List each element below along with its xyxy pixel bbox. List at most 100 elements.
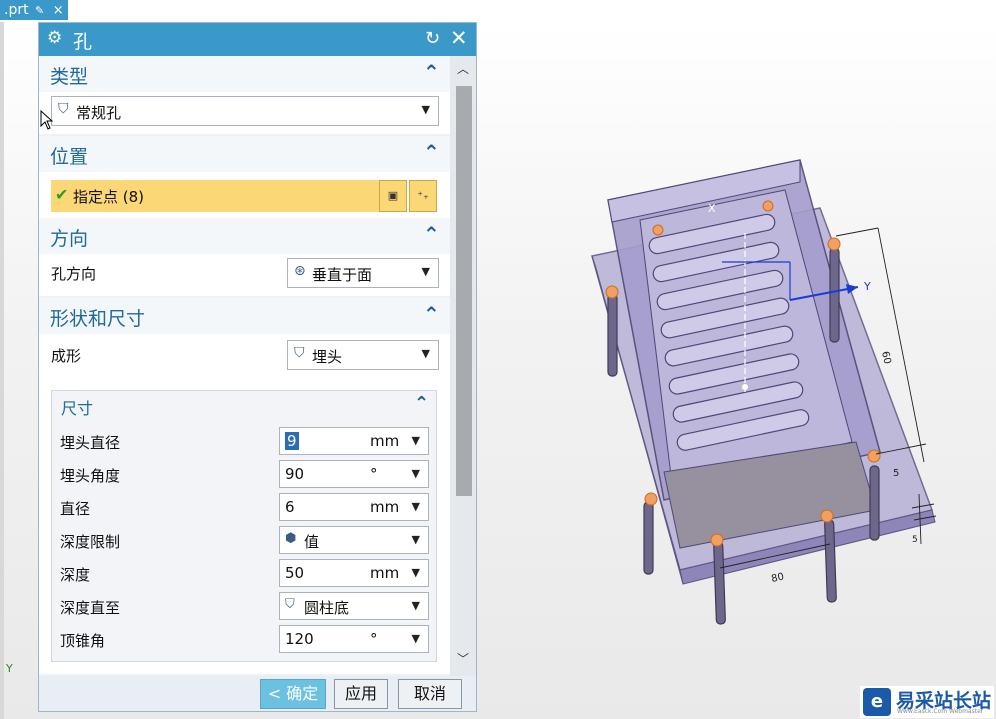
dialog-titlebar[interactable]: ⚙ 孔 ↻ ✕ <box>39 23 476 56</box>
file-tab[interactable]: .prt ✎ × <box>0 0 68 20</box>
csink-angle-input[interactable]: 90 ° ▼ <box>279 460 429 488</box>
axis-x-label: X <box>708 202 716 215</box>
tip-angle-label: 顶锥角 <box>60 632 106 650</box>
dialog-scrollbar[interactable]: ︿ ﹀ <box>450 56 476 676</box>
depth-to-label: 深度直至 <box>60 599 121 617</box>
dimension-5: 5 <box>893 468 899 479</box>
depth-to-dropdown[interactable]: ⛉ 圆柱底 ▼ <box>279 592 429 620</box>
shape-section-header[interactable]: 形状和尺寸 ⌃ <box>39 298 450 334</box>
chevron-down-icon: ▼ <box>421 265 430 278</box>
depth-limit-dropdown[interactable]: ⬢ 值 ▼ <box>279 526 429 554</box>
hole-direction-label: 孔方向 <box>51 265 97 283</box>
specify-point-label: 指定点 (8) <box>73 188 145 206</box>
dialog-content: 类型 ⌃ ⛉ 常规孔 ▼ 位置 ⌃ ✔ 指定点 (8) ▣ ⁺₊ 方向 ⌃ 孔方… <box>39 56 450 676</box>
file-tab-strip: .prt ✎ × <box>0 0 996 23</box>
direction-section-body: 孔方向 ⊛ 垂直于面 ▼ <box>39 254 450 296</box>
diameter-input[interactable]: 6 mm ▼ <box>279 493 429 521</box>
gear-icon[interactable]: ⚙ <box>47 28 62 48</box>
chevron-up-icon[interactable]: ⌃ <box>423 140 440 164</box>
csink-angle-value: 90 <box>285 465 305 483</box>
chevron-up-icon[interactable]: ⌃ <box>423 60 440 84</box>
depth-limit-value: 值 <box>304 533 320 551</box>
reset-icon[interactable]: ↻ <box>425 28 440 49</box>
dimension-5b: 5 <box>912 535 918 545</box>
dimension-60: 60 <box>879 350 892 365</box>
hole-direction-value: 垂直于面 <box>312 266 373 284</box>
chevron-down-icon: ▼ <box>421 347 430 360</box>
chevron-down-icon[interactable]: ▼ <box>412 566 420 579</box>
hole-dialog: ⚙ 孔 ↻ ✕ 类型 ⌃ ⛉ 常规孔 ▼ 位置 ⌃ ✔ 指定点 (8) ▣ ⁺₊… <box>38 22 477 712</box>
hole-type-dropdown[interactable]: ⛉ 常规孔 ▼ <box>51 96 439 126</box>
left-border <box>0 22 4 719</box>
file-tab-label: .prt <box>4 2 29 18</box>
apply-button[interactable]: 应用 <box>334 679 388 709</box>
csink-diameter-value: 9 <box>285 432 299 450</box>
point-dialog-icon[interactable]: ⁺₊ <box>409 180 437 212</box>
dimension-group: 尺寸 ⌃ 埋头直径 9 mm ▼ 埋头角度 90 ° ▼ 直径 6 mm ▼ 深… <box>51 390 437 662</box>
depth-limit-label: 深度限制 <box>60 533 121 551</box>
tip-angle-input[interactable]: 120 ° ▼ <box>279 625 429 653</box>
depth-input[interactable]: 50 mm ▼ <box>279 559 429 587</box>
mouse-cursor-icon <box>40 110 54 130</box>
scrollbar-thumb[interactable] <box>456 86 472 496</box>
direction-section-header[interactable]: 方向 ⌃ <box>39 218 450 254</box>
scroll-up-icon[interactable]: ︿ <box>457 60 469 77</box>
axis-y-label: Y <box>863 280 871 293</box>
sketch-section-icon[interactable]: ▣ <box>379 180 407 212</box>
depth-label: 深度 <box>60 566 91 584</box>
shape-section-label: 形状和尺寸 <box>50 308 146 330</box>
chevron-up-icon[interactable]: ⌃ <box>423 302 440 326</box>
chevron-down-icon[interactable]: ▼ <box>412 467 420 480</box>
position-section-header[interactable]: 位置 ⌃ <box>39 136 450 172</box>
cylinder-bottom-icon: ⛉ <box>285 597 295 612</box>
chevron-down-icon[interactable]: ▼ <box>412 632 420 645</box>
tip-angle-value: 120 <box>285 630 314 648</box>
hole-icon: ⛉ <box>58 101 69 117</box>
dimension-80: 80 <box>770 572 785 585</box>
close-tab-icon[interactable]: × <box>53 3 64 18</box>
dimension-group-header[interactable]: 尺寸 ⌃ <box>52 391 436 421</box>
form-dropdown[interactable]: ⛉ 埋头 ▼ <box>287 340 439 370</box>
chevron-down-icon[interactable]: ▼ <box>412 434 420 447</box>
csink-diameter-input[interactable]: 9 mm ▼ <box>279 427 429 455</box>
site-logo: e 易采站长站 Www.Easck.Com Webmaster <box>860 686 994 718</box>
dialog-title: 孔 <box>73 31 93 53</box>
type-section-header[interactable]: 类型 ⌃ <box>39 56 450 92</box>
direction-section-label: 方向 <box>50 228 89 250</box>
form-value: 埋头 <box>312 348 343 366</box>
diameter-unit: mm <box>370 498 400 516</box>
csink-diameter-label: 埋头直径 <box>60 434 121 452</box>
ok-button[interactable]: < 确定 > <box>260 679 326 709</box>
chevron-down-icon: ▼ <box>421 103 430 116</box>
hole-direction-dropdown[interactable]: ⊛ 垂直于面 ▼ <box>287 258 439 288</box>
edit-icon: ✎ <box>35 4 45 17</box>
csink-diameter-unit: mm <box>370 432 400 450</box>
chevron-up-icon[interactable]: ⌃ <box>423 222 440 246</box>
logo-mark-icon: e <box>863 688 891 716</box>
specify-point-row[interactable]: ✔ 指定点 (8) <box>51 180 381 212</box>
position-section-label: 位置 <box>50 146 89 168</box>
csink-angle-label: 埋头角度 <box>60 467 121 485</box>
scroll-down-icon[interactable]: ﹀ <box>457 650 469 667</box>
chevron-up-icon[interactable]: ⌃ <box>414 393 429 414</box>
depth-unit: mm <box>370 564 400 582</box>
tip-angle-unit: ° <box>370 630 378 648</box>
chevron-down-icon[interactable]: ▼ <box>412 500 420 513</box>
dialog-button-bar: < 确定 > 应用 取消 <box>39 676 476 711</box>
position-section-body: ✔ 指定点 (8) ▣ ⁺₊ <box>39 172 450 218</box>
hole-type-value: 常规孔 <box>76 104 122 122</box>
chevron-down-icon: ▼ <box>411 599 420 612</box>
diameter-label: 直径 <box>60 500 91 518</box>
chevron-down-icon: ▼ <box>411 533 420 546</box>
cube-icon: ⬢ <box>285 531 297 546</box>
depth-to-value: 圆柱底 <box>304 599 350 617</box>
countersink-icon: ⛉ <box>294 345 305 361</box>
type-section-label: 类型 <box>50 66 89 88</box>
dimension-group-label: 尺寸 <box>61 399 94 418</box>
depth-value: 50 <box>285 564 305 582</box>
check-icon: ✔ <box>55 185 69 204</box>
form-label: 成形 <box>51 347 82 365</box>
csink-angle-unit: ° <box>370 465 378 483</box>
cancel-button[interactable]: 取消 <box>398 679 462 709</box>
close-icon[interactable]: ✕ <box>450 26 468 50</box>
